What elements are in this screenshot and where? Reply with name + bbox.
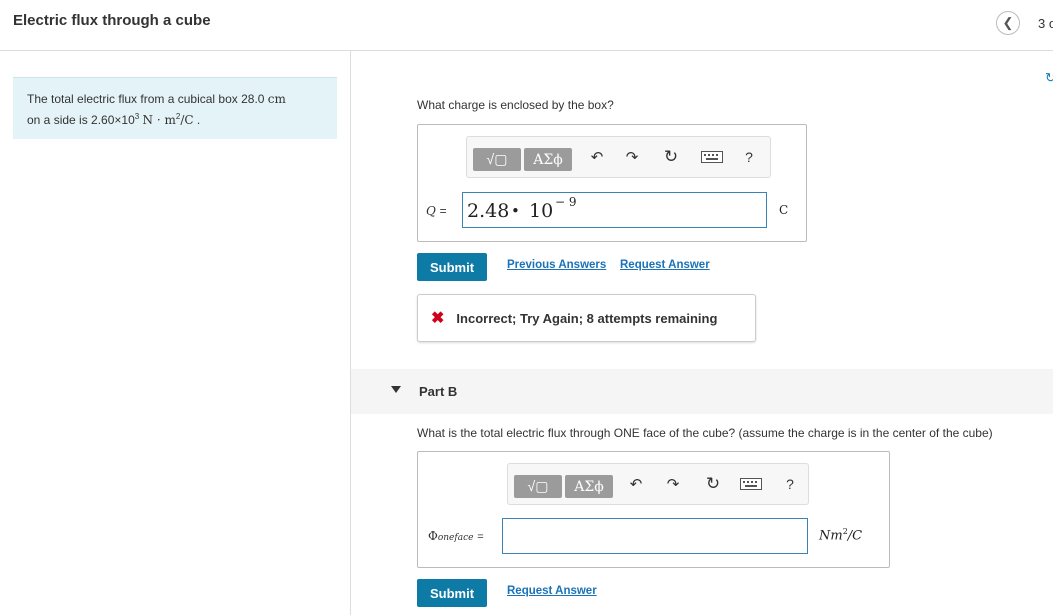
phi-symbol: Φ [428,529,438,543]
unit-main: Nm [819,528,843,544]
reset-icon[interactable]: ↻ [661,137,681,177]
feedback-text: Incorrect; Try Again; 8 attempts remaini… [456,310,718,326]
templates-icon: √▢ [486,151,508,167]
part-b-label: Part B [419,384,458,399]
part-a-question: What charge is enclosed by the box? [417,98,614,112]
part-b-question: What is the total electric flux through … [417,426,993,440]
greek-symbols-button[interactable]: ΑΣϕ [524,148,572,171]
page-title: Electric flux through a cube [13,12,211,29]
phi-subscript: oneface [437,533,474,543]
part-a-unit: C [779,203,789,217]
part-a-answer-input[interactable]: 2.48 • 10 − 9 [462,192,767,228]
column-divider [350,50,351,615]
keyboard-icon[interactable] [739,464,763,504]
previous-button[interactable]: ❮ [996,11,1020,35]
part-a-submit-button[interactable]: Submit [417,253,487,281]
templates-button[interactable]: √▢ [514,475,562,498]
part-b-toolbar: √▢ ΑΣϕ ↶ ↷ ↻ ? [507,463,809,505]
previous-answers-link[interactable]: Previous Answers [507,259,606,271]
refresh-icon[interactable]: ↻ [1045,70,1053,86]
problem-unit-c: /C [180,113,194,127]
page-indicator: 3 o [1038,16,1053,31]
part-b-request-answer-link[interactable]: Request Answer [507,585,597,597]
reset-icon[interactable]: ↻ [703,464,723,504]
problem-unit-cm: cm [267,92,286,106]
header-divider [0,50,1053,51]
answer-exponent: − 9 [555,195,577,209]
part-b-submit-button[interactable]: Submit [417,579,487,607]
answer-dot: • [511,202,520,220]
help-button[interactable]: ? [741,137,757,177]
problem-text-b: on a side is 2.60×10 [27,113,135,127]
part-a-request-answer-link[interactable]: Request Answer [620,259,710,271]
feedback-message: ✖ Incorrect; Try Again; 8 attempts remai… [417,294,756,342]
part-a-var-label: Q = [426,204,447,218]
problem-statement: The total electric flux from a cubical b… [13,77,337,139]
collapse-triangle-icon[interactable] [391,386,401,393]
answer-base: 10 [529,200,554,222]
part-b-var-label: Φoneface = [428,529,484,543]
chevron-left-icon: ❮ [1002,15,1014,30]
problem-exp: 3 [134,112,140,121]
unit-tail: /C [847,528,863,544]
redo-icon[interactable]: ↷ [622,137,642,177]
undo-icon[interactable]: ↶ [587,137,607,177]
problem-period: . [196,113,201,127]
part-b-unit: Nm2/C [819,527,862,543]
q-equals: = [439,204,447,218]
undo-icon[interactable]: ↶ [626,464,646,504]
problem-text-a: The total electric flux from a cubical b… [27,92,268,106]
q-symbol: Q [426,204,436,218]
part-b-answer-input[interactable] [502,518,808,554]
greek-symbols-button[interactable]: ΑΣϕ [565,475,613,498]
templates-icon: √▢ [527,478,549,494]
part-a-toolbar: √▢ ΑΣϕ ↶ ↷ ↻ ? [466,136,771,178]
redo-icon[interactable]: ↷ [663,464,683,504]
templates-button[interactable]: √▢ [473,148,521,171]
phi-equals: = [477,531,484,543]
help-button[interactable]: ? [782,464,798,504]
problem-unit-n: N · m [142,113,176,127]
incorrect-x-icon: ✖ [431,310,445,327]
keyboard-icon[interactable] [700,137,724,177]
answer-mantissa: 2.48 [467,200,510,222]
